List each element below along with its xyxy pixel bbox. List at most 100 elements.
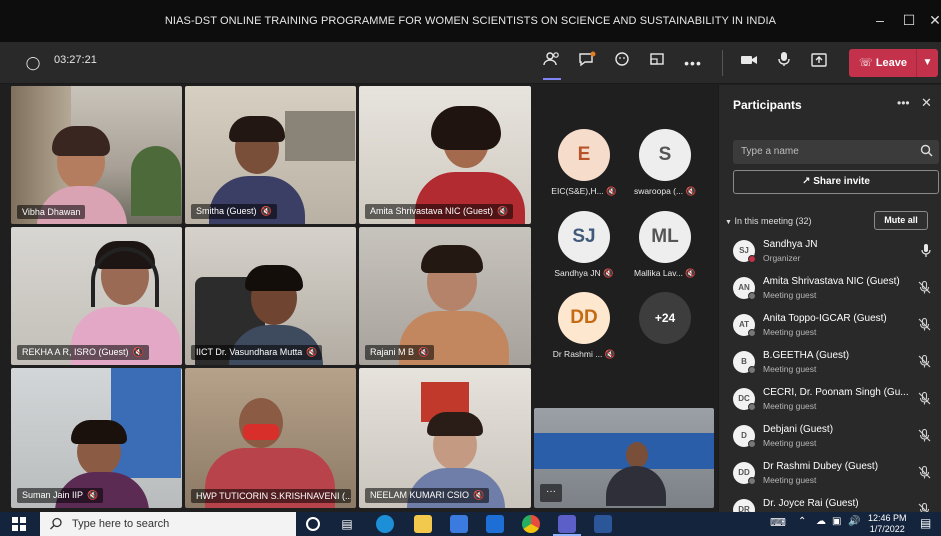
more-participants-button[interactable]: +24 [627,292,703,344]
video-tile[interactable]: HWP TUTICORIN S.KRISHNAVENI (... [185,368,356,508]
shelf-background [285,111,355,161]
mic-off-icon[interactable] [918,317,931,334]
headset [91,247,159,307]
word-icon[interactable] [594,515,612,533]
more-options-icon[interactable]: ··· [540,484,562,502]
camera-icon[interactable] [736,50,762,76]
participant-row[interactable]: AN Amita Shrivastava NIC (Guest) Meeting g… [733,273,939,310]
share-screen-icon[interactable] [806,50,832,76]
chairs-background [534,433,714,469]
chevron-down-icon[interactable]: ▼ [916,49,938,77]
video-tile[interactable]: Rajani M B 🔇 [359,227,531,365]
reactions-icon[interactable] [609,50,635,76]
participant-role: Meeting guest [763,327,817,337]
participant-avatar[interactable]: SJ Sandhya JN 🔇 [547,211,621,279]
mic-off-icon: 🔇 [260,206,272,216]
notifications-icon[interactable]: ▤ [920,516,931,530]
participant-row[interactable]: D Debjani (Guest) Meeting guest [733,421,939,458]
mic-off-icon[interactable] [918,465,931,482]
presence-dot [748,477,756,485]
mail-icon[interactable] [486,515,504,533]
panel-more-icon[interactable]: ••• [897,96,910,110]
mic-off-icon[interactable] [918,354,931,371]
video-tile[interactable]: Suman Jain IIP 🔇 [11,368,182,508]
participant-role: Organizer [763,253,801,263]
close-icon[interactable]: ✕ [921,95,932,111]
share-invite-button[interactable]: ↗ Share invite [733,170,939,194]
mic-off-icon: 🔇 [606,186,617,196]
plant-background [131,146,181,216]
leave-button[interactable]: ☏ Leave ▼ [849,49,938,77]
person-hair [71,420,127,444]
file-explorer-icon[interactable] [414,515,432,533]
more-options-icon[interactable]: ••• [680,50,706,76]
volume-icon[interactable]: 🔊 [848,516,860,527]
participant-name: Anita Toppo-IGCAR (Guest) [763,313,887,324]
person-hair [52,126,110,156]
close-icon[interactable]: ✕ [925,10,941,30]
window-background [111,368,181,478]
mic-off-icon: 🔇 [473,490,485,500]
taskbar-clock[interactable]: 12:46 PM 1/7/2022 [868,513,907,535]
share-icon: ↗ [802,176,811,187]
participant-name: Sandhya JN [763,239,818,250]
avatar-initials: S [639,129,691,181]
maximize-icon[interactable]: ☐ [899,10,919,30]
participant-avatar[interactable]: ML Mallika Lav... 🔇 [627,211,703,279]
rooms-icon[interactable] [644,50,670,76]
participant-row[interactable]: SJ Sandhya JN Organizer [733,236,939,273]
mute-all-button[interactable]: Mute all [874,211,928,230]
person-hair [427,412,483,436]
video-nameplate: Vibha Dhawan [17,205,86,219]
participants-icon[interactable] [539,50,565,76]
person-body [606,466,666,506]
microphone-icon[interactable] [771,50,797,76]
participant-row[interactable]: B B.GEETHA (Guest) Meeting guest [733,347,939,384]
store-icon[interactable] [450,515,468,533]
mic-off-icon: 🔇 [132,347,144,357]
participant-avatar[interactable]: S swaroopa (... 🔇 [627,129,703,197]
network-icon[interactable]: ▣ [832,516,841,527]
avatar-name: Dr Rashmi ... [552,349,603,359]
participant-row[interactable]: DD Dr Rashmi Dubey (Guest) Meeting guest [733,458,939,495]
mic-off-icon: 🔇 [87,490,99,500]
cortana-icon[interactable] [306,517,320,531]
chrome-icon[interactable] [522,515,540,533]
participant-name: Dr. Joyce Rai (Guest) [763,498,859,509]
keyboard-icon[interactable]: ⌨ [770,516,786,529]
participant-avatar: B [733,351,756,374]
participant-row[interactable]: DC CECRI, Dr. Poonam Singh (Gu... Meeting … [733,384,939,421]
teams-icon[interactable] [558,515,576,533]
onedrive-icon[interactable]: ☁ [816,516,826,527]
participant-search-input[interactable]: Type a name [733,140,939,164]
video-tile[interactable]: Amita Shrivastava NIC (Guest) 🔇 [359,86,531,224]
mic-on-icon[interactable] [921,244,931,260]
minimize-icon[interactable]: – [870,10,890,30]
phone-hangup-icon: ☏ [859,57,873,69]
shield-icon: ◯ [25,55,41,70]
video-tile[interactable]: REKHA A R, ISRO (Guest) 🔇 [11,227,182,365]
mic-off-icon[interactable] [918,428,931,445]
mic-off-icon[interactable] [918,280,931,297]
participant-avatar: AN [733,277,756,300]
video-tile[interactable]: NEELAM KUMARI CSIO 🔇 [359,368,531,508]
chevron-up-icon[interactable]: ⌃ [798,516,806,527]
participant-avatar[interactable]: DD Dr Rashmi ... 🔇 [547,292,621,360]
participant-avatar[interactable]: E EIC(S&E),H... 🔇 [547,129,621,197]
mic-off-icon[interactable] [918,391,931,408]
taskbar-search-input[interactable]: Type here to search [40,512,296,536]
participants-active-indicator [543,78,561,80]
task-view-icon[interactable]: ▤ [338,515,356,533]
mic-off-icon: 🔇 [685,186,697,196]
edge-icon[interactable] [376,515,394,533]
chat-icon[interactable] [574,50,600,76]
participant-avatar: AT [733,314,756,337]
in-meeting-header[interactable]: ▼ In this meeting (32) [725,216,812,226]
participant-row[interactable]: AT Anita Toppo-IGCAR (Guest) Meeting guest [733,310,939,347]
video-tile[interactable]: IICT Dr. Vasundhara Mutta 🔇 [185,227,356,365]
room-video-tile[interactable]: ··· [534,408,714,508]
video-tile[interactable]: Vibha Dhawan [11,86,182,224]
search-icon [50,517,63,535]
windows-start-icon[interactable] [12,517,26,536]
video-tile[interactable]: Smitha (Guest) 🔇 [185,86,356,224]
